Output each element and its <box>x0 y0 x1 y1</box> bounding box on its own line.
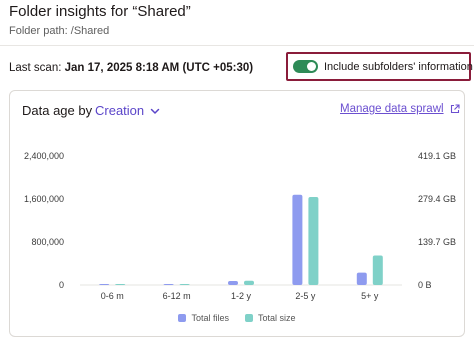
include-subfolders-toggle[interactable] <box>293 60 318 73</box>
last-scan-label: Last scan: <box>9 62 65 74</box>
last-scan-value: Jan 17, 2025 8:18 AM (UTC +05:30) <box>64 62 254 74</box>
x-axis-tick-label: 2-5 y <box>295 291 316 301</box>
left-axis-tick-label: 2,400,000 <box>24 151 64 161</box>
folder-insights-panel: Folder insights for “Shared” Folder path… <box>0 0 474 345</box>
toggle-knob <box>307 62 316 71</box>
bar-total-size <box>372 255 383 285</box>
x-axis-tick-label: 5+ y <box>361 291 379 301</box>
right-axis-tick-label: 279.4 GB <box>418 194 456 204</box>
bar-total-size <box>244 280 254 285</box>
include-subfolders-toggle-row[interactable]: Include subfolders' information <box>286 52 473 81</box>
bar-total-files <box>356 272 367 285</box>
legend-item-files: Total files <box>178 313 229 323</box>
legend-swatch-size <box>245 314 253 322</box>
legend-label-files: Total files <box>191 313 229 323</box>
header-divider <box>0 45 474 46</box>
folder-path: Folder path: /Shared <box>9 25 110 37</box>
bar-total-size <box>179 284 190 285</box>
panel-title: Folder insights for “Shared” <box>9 3 191 20</box>
legend-label-size: Total size <box>258 313 296 323</box>
x-axis-tick-label: 6-12 m <box>163 291 191 301</box>
left-axis-tick-label: 0 <box>59 280 64 290</box>
bar-total-files <box>292 194 303 285</box>
bar-total-files <box>228 280 238 285</box>
x-axis-tick-label: 0-6 m <box>101 291 124 301</box>
bar-total-files <box>163 284 174 285</box>
data-age-card: Data age by Creation Manage data sprawl … <box>9 90 465 337</box>
left-axis-tick-label: 1,600,000 <box>24 194 64 204</box>
right-axis-tick-label: 0 B <box>418 280 432 290</box>
last-scan: Last scan: Jan 17, 2025 8:18 AM (UTC +05… <box>9 62 253 74</box>
right-axis-tick-label: 419.1 GB <box>418 151 456 161</box>
bar-total-files <box>99 284 110 285</box>
legend-swatch-files <box>178 314 187 322</box>
data-age-chart: 0 800,000 1,600,000 2,400,000 0 B 139.7 GB 279… <box>24 151 456 301</box>
bar-total-size <box>115 284 126 285</box>
chart-legend: Total files Total size <box>10 313 464 323</box>
right-axis-tick-label: 139.7 GB <box>418 237 456 247</box>
left-axis-tick-label: 800,000 <box>31 237 64 247</box>
bar-total-size <box>308 196 319 285</box>
legend-item-size: Total size <box>245 313 296 323</box>
include-subfolders-label: Include subfolders' information <box>324 60 473 73</box>
x-axis-tick-label: 1-2 y <box>231 291 252 301</box>
